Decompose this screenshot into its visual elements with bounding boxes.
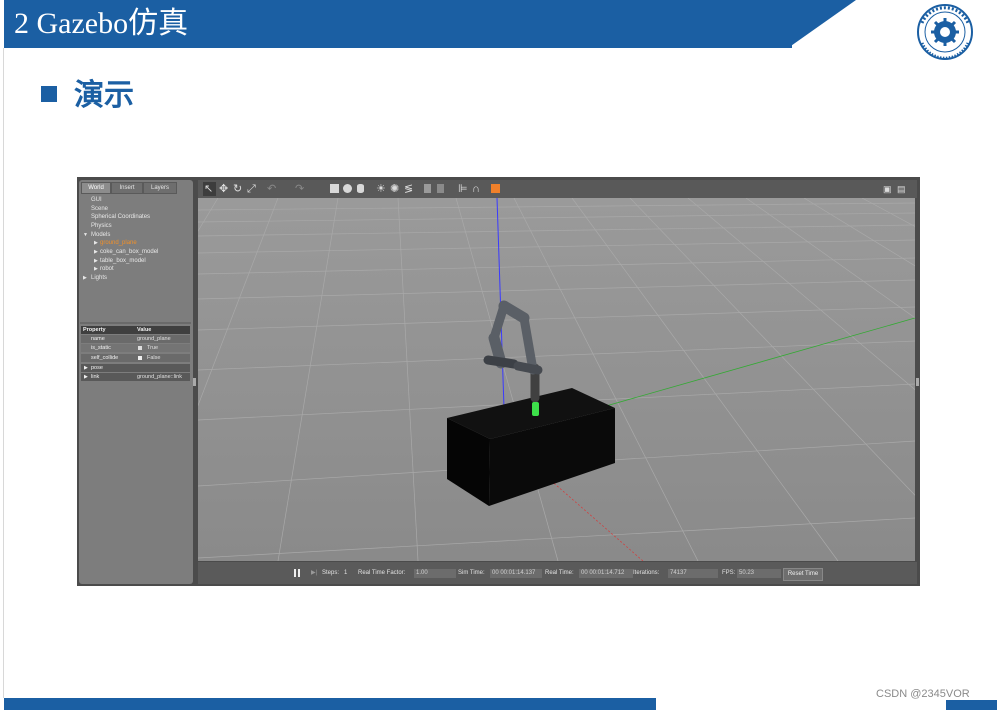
checkbox-unchecked-icon[interactable] [138, 356, 142, 360]
select-arrow-icon[interactable]: ↖ [204, 183, 213, 195]
checkbox-checked-icon[interactable] [138, 346, 142, 350]
tree-item-robot[interactable]: robot [100, 265, 114, 274]
tree-item-physics[interactable]: Physics [91, 222, 112, 231]
cylinder-icon[interactable] [357, 184, 364, 193]
property-key: self_collide [91, 355, 119, 361]
property-header-row: Property Value [81, 326, 190, 334]
property-key: pose [91, 365, 103, 371]
color-icon[interactable] [491, 184, 500, 193]
sim-time-value: 00 00:01:14.137 [490, 569, 542, 578]
property-row[interactable]: is_static True [81, 344, 190, 352]
collapsed-triangle-icon[interactable]: ▶ [94, 266, 98, 272]
panel-splitter[interactable] [80, 322, 191, 324]
property-value: True [147, 345, 159, 351]
footer-corner-block [946, 700, 997, 710]
footer-bar [4, 698, 656, 710]
collapsed-triangle-icon[interactable]: ▶ [94, 249, 98, 255]
tree-item-coke-can[interactable]: coke_can_box_model [100, 248, 158, 257]
property-value: ground_plane::link [137, 374, 182, 380]
collapsed-triangle-icon[interactable]: ▶ [83, 275, 87, 281]
scale-icon[interactable]: ⤢ [247, 183, 256, 195]
collapsed-triangle-icon[interactable]: ▶ [94, 240, 98, 246]
real-time-label: Real Time: [545, 570, 574, 576]
3d-viewport[interactable] [198, 198, 915, 561]
rotate-icon[interactable]: ↻ [233, 183, 242, 195]
property-row[interactable]: ▶ link ground_plane::link [81, 373, 190, 381]
collapsed-triangle-icon[interactable]: ▶ [94, 258, 98, 264]
reset-time-button[interactable]: Reset Time [783, 568, 823, 581]
property-value: ground_plane [137, 336, 171, 342]
university-seal-logo [917, 4, 973, 60]
property-row[interactable]: self_collide False [81, 354, 190, 362]
property-row[interactable]: ▶ pose [81, 364, 190, 372]
align-icon[interactable]: ⊫ [458, 183, 468, 195]
property-value: False [147, 355, 161, 361]
watermark-text: CSDN @2345VOR [876, 688, 970, 700]
iterations-label: Iterations: [633, 570, 660, 576]
translate-icon[interactable]: ✥ [219, 183, 228, 195]
right-panel-handle[interactable] [916, 378, 919, 386]
log-icon[interactable]: ▤ [897, 183, 906, 195]
pause-icon[interactable] [294, 569, 296, 577]
iterations-value: 74137 [668, 569, 718, 578]
tab-world[interactable]: World [81, 182, 111, 194]
sphere-icon[interactable] [343, 184, 352, 193]
paste-icon[interactable] [437, 184, 444, 193]
tab-layers[interactable]: Layers [143, 182, 177, 194]
real-time-value: 00 00:01:14.712 [579, 569, 633, 578]
point-light-icon[interactable]: ✺ [390, 183, 399, 195]
collapsed-triangle-icon[interactable]: ▶ [84, 364, 88, 372]
slide-title: 2 Gazebo仿真 [14, 7, 189, 40]
redo-icon[interactable]: ↷ [295, 183, 304, 195]
tree-item-spherical-coordinates[interactable]: Spherical Coordinates [91, 213, 150, 222]
slide-header-triangle [788, 0, 856, 48]
sun-light-icon[interactable]: ☀ [376, 183, 386, 195]
property-key: name [91, 336, 105, 342]
property-row[interactable]: name ground_plane [81, 335, 190, 343]
tree-item-gui[interactable]: GUI [91, 196, 102, 205]
tab-insert[interactable]: Insert [111, 182, 143, 194]
box-icon[interactable] [330, 184, 339, 193]
bullet-square-icon [41, 86, 57, 102]
steps-value[interactable]: 1 [344, 569, 347, 578]
rtf-value: 1.00 [414, 569, 456, 578]
expanded-triangle-icon[interactable]: ▼ [83, 232, 88, 238]
tree-item-ground-plane[interactable]: ground_plane [100, 239, 137, 248]
property-key: is_static [91, 345, 111, 351]
fps-value: 50.23 [737, 569, 781, 578]
value-header: Value [137, 327, 152, 333]
copy-icon[interactable] [424, 184, 431, 193]
screenshot-icon[interactable]: ▣ [883, 183, 892, 195]
sim-time-label: Sim Time: [458, 570, 485, 576]
tree-item-lights[interactable]: Lights [91, 274, 107, 283]
gazebo-toolbar [198, 180, 917, 198]
fps-label: FPS: [722, 570, 736, 576]
spot-light-icon[interactable]: ≶ [404, 183, 413, 195]
property-header: Property [83, 327, 106, 333]
pause-icon[interactable] [298, 569, 300, 577]
coke-can-model[interactable] [532, 402, 539, 416]
slide-left-border [3, 48, 4, 698]
rtf-label: Real Time Factor: [358, 570, 406, 576]
slide-subtitle: 演示 [74, 79, 134, 112]
property-key: link [91, 374, 100, 380]
panel-collapse-handle[interactable] [193, 378, 196, 386]
snap-icon[interactable]: ∩ [472, 183, 480, 195]
undo-icon[interactable]: ↶ [267, 183, 276, 195]
steps-label: Steps: [322, 570, 340, 576]
collapsed-triangle-icon[interactable]: ▶ [84, 373, 88, 381]
step-icon[interactable]: ▶| [311, 569, 317, 578]
